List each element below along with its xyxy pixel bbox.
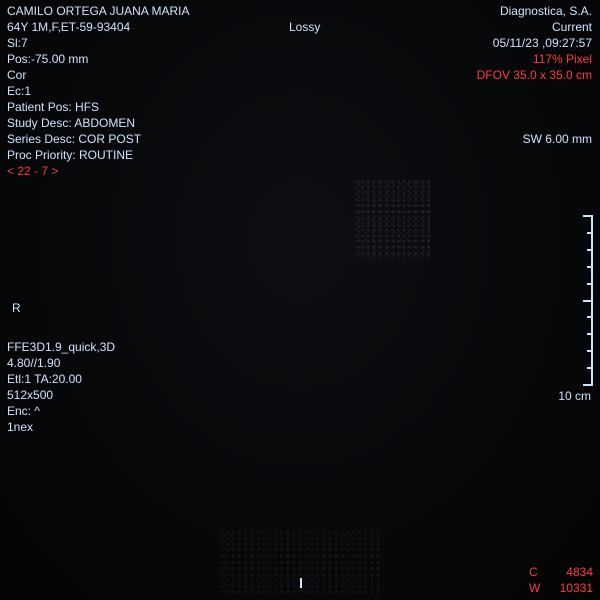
scale-tick	[587, 232, 593, 234]
encoding: Enc: ^	[7, 404, 40, 418]
slice-width-overlay: SW 6.00 mm	[523, 131, 592, 147]
scale-tick	[583, 215, 593, 217]
dicom-viewport[interactable]: CAMILO ORTEGA JUANA MARIA 64Y 1M,F,ET-59…	[0, 0, 600, 600]
scale-label-overlay: 10 cm	[558, 388, 591, 404]
patient-info: 64Y 1M,F,ET-59-93404	[7, 20, 131, 34]
sequence-name: FFE3D1.9_quick,3D	[7, 340, 116, 354]
window-width-label: W	[529, 581, 541, 595]
patient-position: Patient Pos: HFS	[7, 100, 100, 114]
window-center-value: 4834	[566, 565, 593, 579]
display-fov: DFOV 35.0 x 35.0 cm	[476, 68, 592, 82]
left-orientation-overlay: R	[12, 300, 21, 316]
scale-tick	[587, 350, 593, 352]
scale-tick	[587, 266, 593, 268]
window-width-value: 10331	[559, 581, 593, 595]
scale-tick	[583, 384, 593, 386]
orientation-label-right: R	[12, 301, 21, 315]
orientation: Cor	[7, 68, 27, 82]
slice-number: Sl:7	[7, 36, 28, 50]
scale-tick	[587, 249, 593, 251]
scale-tick	[587, 333, 593, 335]
bottom-left-overlay: FFE3D1.9_quick,3D 4.80//1.90 Etl:1 TA:20…	[7, 339, 115, 435]
tr-te: 4.80//1.90	[7, 356, 61, 370]
series-navigator[interactable]: < 22 - 7 >	[7, 163, 189, 179]
window-center-label: C	[529, 565, 538, 579]
matrix-size: 512x500	[7, 388, 54, 402]
scale-tick	[587, 367, 593, 369]
scale-tick	[583, 300, 593, 302]
echo-number: Ec:1	[7, 84, 32, 98]
slice-width: SW 6.00 mm	[522, 132, 592, 146]
slice-position: Pos:-75.00 mm	[7, 52, 89, 66]
scale-tick	[587, 283, 593, 285]
bottom-orientation-marker	[300, 578, 302, 588]
study-description: Study Desc: ABDOMEN	[7, 116, 136, 130]
procedure-priority: Proc Priority: ROUTINE	[7, 148, 134, 162]
top-left-overlay: CAMILO ORTEGA JUANA MARIA 64Y 1M,F,ET-59…	[7, 3, 189, 179]
acquisition-datetime: 05/11/23 ,09:27:57	[492, 36, 592, 50]
institution-name: Diagnostica, S.A.	[499, 4, 592, 18]
scale-ruler	[581, 215, 593, 386]
top-center-overlay: Lossy	[289, 19, 320, 35]
series-description: Series Desc: COR POST	[7, 132, 142, 146]
compression-label: Lossy	[289, 20, 321, 34]
patient-name: CAMILO ORTEGA JUANA MARIA	[7, 4, 190, 18]
scale-label: 10 cm	[558, 389, 591, 403]
top-right-overlay: Diagnostica, S.A. Current 05/11/23 ,09:2…	[477, 3, 592, 83]
etl-ta: Etl:1 TA:20.00	[7, 372, 82, 386]
nex: 1nex	[7, 420, 34, 434]
zoom-level: 117% Pixel	[532, 52, 592, 66]
status-label: Current	[551, 20, 592, 34]
scale-tick	[587, 316, 593, 318]
image-noise-region-top	[355, 180, 430, 260]
